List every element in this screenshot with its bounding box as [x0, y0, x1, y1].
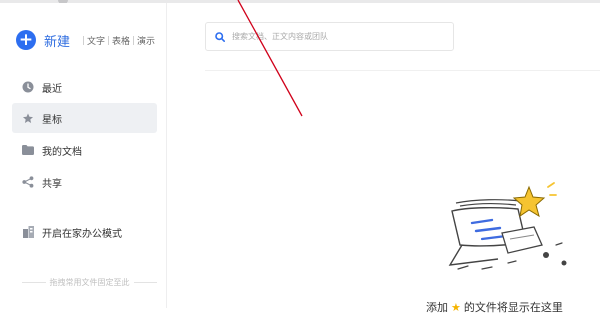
share-icon	[22, 176, 34, 188]
star-icon	[22, 112, 34, 124]
sidebar-item-shared[interactable]: 共享	[12, 167, 157, 197]
search-box[interactable]	[205, 22, 454, 51]
drag-hint-text: 拖拽常用文件固定至此	[49, 278, 130, 287]
new-slides-link[interactable]: 演示	[134, 34, 158, 47]
sidebar-item-label: 我的文档	[42, 146, 82, 158]
divider	[133, 282, 157, 283]
main-content: 添加 ★ 的文件将显示在这里	[168, 3, 600, 314]
empty-state-text: 添加 ★ 的文件将显示在这里	[426, 299, 563, 315]
sidebar-item-recent[interactable]: 最近	[12, 72, 157, 102]
sidebar-item-label: 星标	[42, 114, 62, 126]
sidebar: + 新建 文字 表格 演示 最近 星标 我的文档 共享 开启在家办公模式 拖拽常…	[0, 3, 167, 308]
sidebar-item-home-office[interactable]: 开启在家办公模式	[12, 217, 157, 247]
new-type-links: 文字 表格 演示	[83, 34, 158, 47]
divider	[22, 282, 46, 283]
sidebar-item-label: 共享	[42, 178, 62, 190]
empty-state-illustration	[438, 173, 578, 283]
new-text-doc-link[interactable]: 文字	[84, 34, 108, 47]
folder-icon	[22, 144, 34, 156]
star-icon: ★	[451, 300, 461, 314]
clock-icon	[22, 81, 34, 93]
search-icon	[215, 27, 225, 46]
drag-pin-hint: 拖拽常用文件固定至此	[22, 277, 157, 288]
new-button[interactable]: 新建	[44, 31, 70, 50]
search-input[interactable]	[232, 32, 432, 41]
sidebar-item-starred[interactable]: 星标	[12, 103, 157, 133]
new-sheet-link[interactable]: 表格	[109, 34, 133, 47]
building-icon	[22, 226, 34, 238]
sidebar-item-label: 最近	[42, 83, 62, 95]
plus-icon[interactable]: +	[16, 30, 36, 50]
header-divider	[205, 70, 600, 71]
sidebar-item-my-docs[interactable]: 我的文档	[12, 135, 157, 165]
new-row: + 新建 文字 表格 演示	[16, 29, 158, 51]
sidebar-item-label: 开启在家办公模式	[42, 228, 122, 240]
empty-text-before: 添加	[426, 301, 448, 314]
empty-text-after: 的文件将显示在这里	[463, 301, 563, 314]
